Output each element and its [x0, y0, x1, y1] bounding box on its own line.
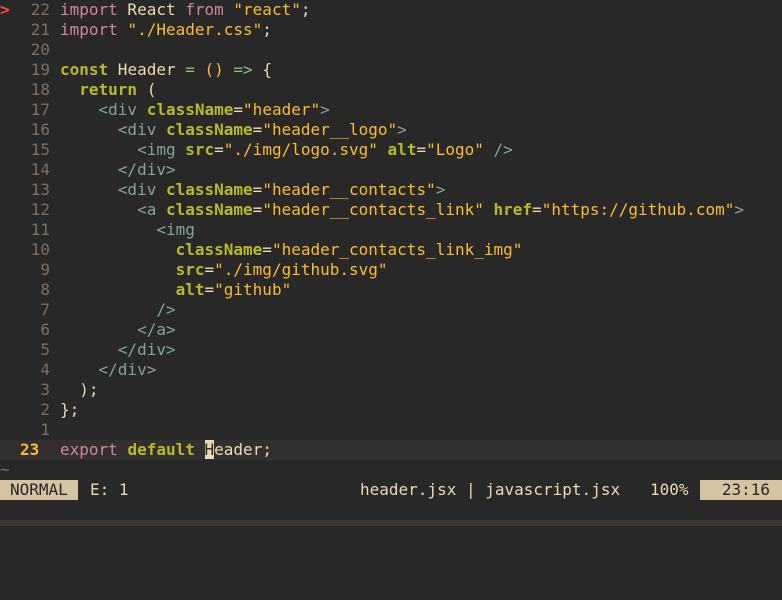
code-line[interactable]: 6 </a> — [0, 320, 782, 340]
line-code: className="header_contacts_link_img" — [175, 240, 523, 259]
empty-line-tilde: ~ — [0, 460, 10, 479]
line-number: 9 — [40, 260, 50, 279]
line-number: 22 — [30, 0, 50, 19]
line-number: 4 — [40, 360, 50, 379]
line-number: 16 — [30, 120, 50, 139]
code-line[interactable]: 9 src="./img/github.svg" — [0, 260, 782, 280]
code-line[interactable]: 11 <img — [0, 220, 782, 240]
line-number: 21 — [30, 20, 50, 39]
line-number: 10 — [30, 240, 50, 259]
line-number: 2 — [40, 400, 50, 419]
line-code: <a className="header__contacts_link" hre… — [137, 200, 744, 219]
line-number: 3 — [40, 380, 50, 399]
code-line[interactable]: 12 <a className="header__contacts_link" … — [0, 200, 782, 220]
line-number: 11 — [30, 220, 50, 239]
command-line[interactable] — [0, 500, 782, 520]
terminal-bottom-edge — [0, 520, 782, 526]
statusline: NORMAL E: 1 header.jsx | javascript.jsx … — [0, 480, 782, 500]
cursor-position: 23:16 — [700, 480, 782, 500]
line-code: <img src="./img/logo.svg" alt="Logo" /> — [137, 140, 513, 159]
line-number: 23 — [20, 440, 40, 459]
line-number: 8 — [40, 280, 50, 299]
code-line[interactable]: 7 /> — [0, 300, 782, 320]
code-line[interactable]: >22 import React from "react"; — [0, 0, 782, 20]
file-info: header.jsx | javascript.jsx — [360, 480, 621, 499]
code-line[interactable]: 1 — [0, 420, 782, 440]
line-code: src="./img/github.svg" — [175, 260, 388, 279]
line-number: 17 — [30, 100, 50, 119]
line-number: 15 — [30, 140, 50, 159]
line-code: </a> — [137, 320, 176, 339]
line-code: <div className="header__contacts"> — [117, 180, 446, 199]
line-code: /> — [156, 300, 176, 319]
line-number: 19 — [30, 60, 50, 79]
mode-indicator: NORMAL — [0, 480, 78, 500]
line-code: </div> — [117, 160, 176, 179]
code-line[interactable]: 20 — [0, 40, 782, 60]
line-number: 13 — [30, 180, 50, 199]
line-code: }; — [60, 400, 80, 419]
line-code: </div> — [98, 360, 157, 379]
code-line[interactable]: 16 <div className="header__logo"> — [0, 120, 782, 140]
line-code: <div className="header"> — [98, 100, 330, 119]
error-sign-icon: > — [0, 0, 10, 19]
error-count: E: 1 — [90, 480, 129, 499]
line-number: 14 — [30, 160, 50, 179]
code-line[interactable]: 2}; — [0, 400, 782, 420]
code-line[interactable]: 21 import "./Header.css"; — [0, 20, 782, 40]
line-number: 20 — [30, 40, 50, 59]
line-number: 5 — [40, 340, 50, 359]
code-line[interactable]: 18 return ( — [0, 80, 782, 100]
code-line[interactable]: 13 <div className="header__contacts"> — [0, 180, 782, 200]
code-line[interactable]: 3 ); — [0, 380, 782, 400]
code-line[interactable]: 17 <div className="header"> — [0, 100, 782, 120]
line-code: ); — [60, 380, 99, 399]
scroll-percent: 100% — [650, 480, 689, 499]
line-code: return ( — [79, 80, 157, 99]
code-line[interactable]: 10 className="header_contacts_link_img" — [0, 240, 782, 260]
line-number: 1 — [40, 420, 50, 439]
line-number: 7 — [40, 300, 50, 319]
line-code: import "./Header.css"; — [60, 20, 272, 39]
code-line[interactable]: 8 alt="github" — [0, 280, 782, 300]
code-line[interactable]: 15 <img src="./img/logo.svg" alt="Logo" … — [0, 140, 782, 160]
text-cursor: H — [204, 440, 215, 459]
line-code: </div> — [117, 340, 176, 359]
code-line[interactable]: 14 </div> — [0, 160, 782, 180]
line-code: import React from "react"; — [60, 0, 311, 19]
code-line[interactable]: 5 </div> — [0, 340, 782, 360]
line-code: <div className="header__logo"> — [117, 120, 407, 139]
current-line[interactable]: 23 export default Header; — [0, 440, 782, 460]
line-code: alt="github" — [175, 280, 292, 299]
line-code: const Header = () => { — [60, 60, 272, 79]
line-number: 6 — [40, 320, 50, 339]
line-number: 12 — [30, 200, 50, 219]
line-code: export default Header; — [60, 440, 272, 459]
line-code: <img — [156, 220, 195, 239]
code-line[interactable]: 4 </div> — [0, 360, 782, 380]
code-line[interactable]: 19 const Header = () => { — [0, 60, 782, 80]
line-number: 18 — [30, 80, 50, 99]
